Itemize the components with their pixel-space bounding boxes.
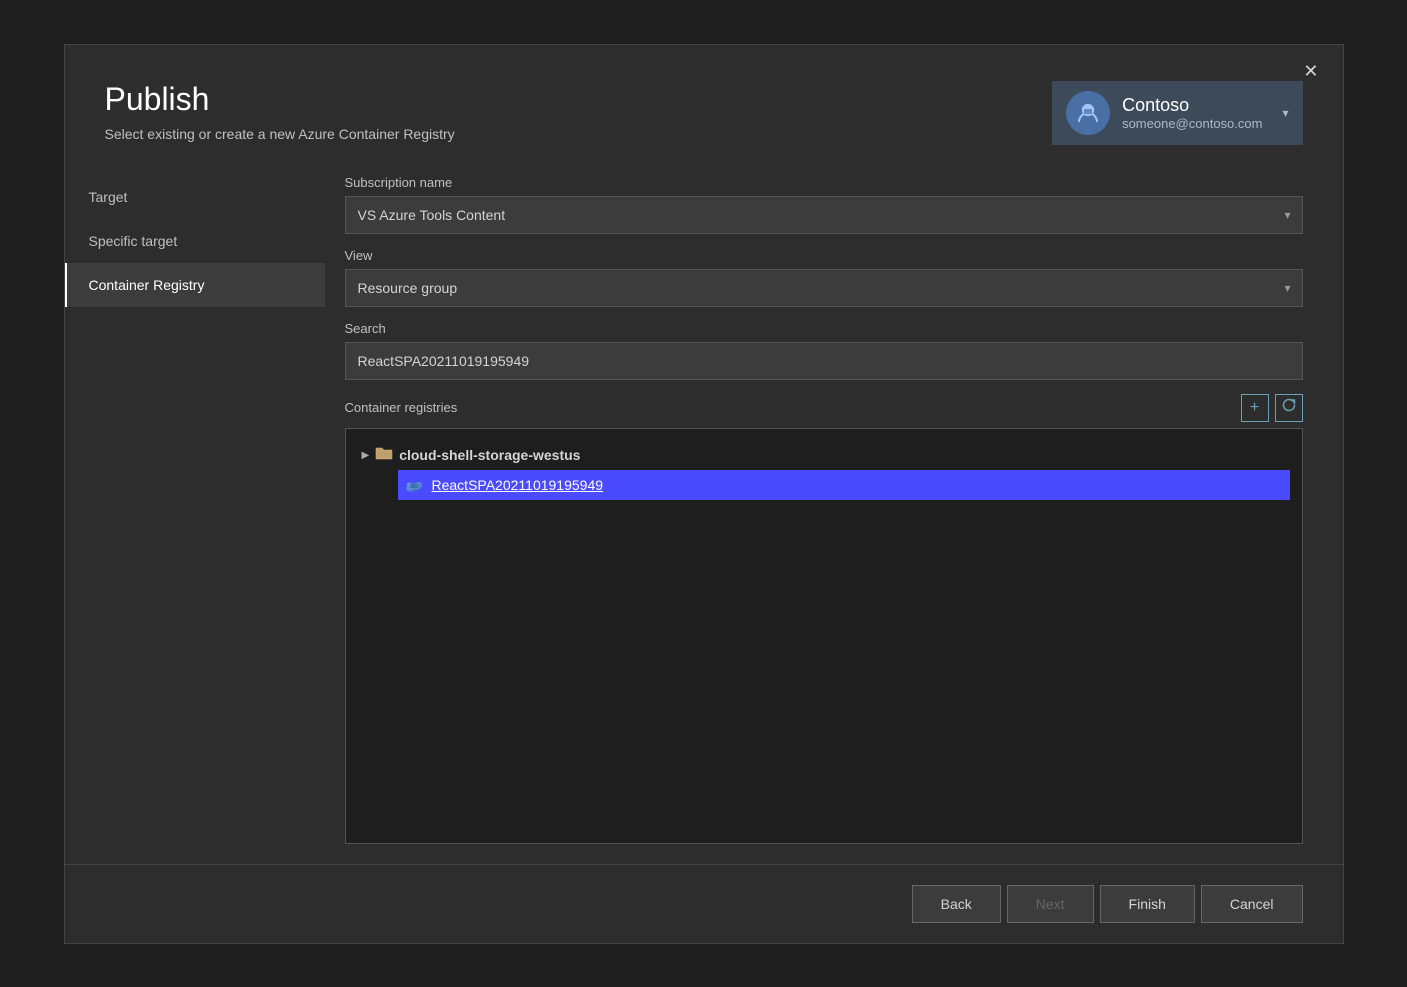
publish-dialog: ✕ Publish Select existing or create a ne…: [64, 44, 1344, 944]
back-button[interactable]: Back: [912, 885, 1001, 923]
subscription-select-wrapper: VS Azure Tools Content ▾: [345, 196, 1303, 234]
view-label: View: [345, 248, 1303, 263]
view-field-group: View Resource group ▾: [345, 248, 1303, 307]
sidebar-item-specific-target[interactable]: Specific target: [65, 219, 325, 263]
account-chevron-icon: ▾: [1282, 106, 1288, 120]
sidebar-item-target[interactable]: Target: [65, 175, 325, 219]
dialog-footer: Back Next Finish Cancel: [65, 864, 1343, 943]
sidebar: Target Specific target Container Registr…: [65, 165, 325, 864]
registries-label: Container registries: [345, 400, 458, 415]
account-email: someone@contoso.com: [1122, 116, 1262, 131]
account-icon: [1066, 91, 1110, 135]
subscription-field-group: Subscription name VS Azure Tools Content…: [345, 175, 1303, 234]
search-label: Search: [345, 321, 1303, 336]
tree-child-item[interactable]: ReactSPA20211019195949: [398, 470, 1290, 500]
account-info: Contoso someone@contoso.com: [1122, 95, 1262, 131]
tree-parent-item[interactable]: ▶ cloud-shell-storage-westus: [358, 441, 1290, 470]
account-name: Contoso: [1122, 95, 1262, 116]
cancel-button[interactable]: Cancel: [1201, 885, 1303, 923]
registry-item-label: ReactSPA20211019195949: [432, 477, 604, 493]
next-button[interactable]: Next: [1007, 885, 1094, 923]
dialog-title: Publish: [105, 81, 455, 118]
search-input[interactable]: [345, 342, 1303, 380]
subscription-select[interactable]: VS Azure Tools Content: [345, 196, 1303, 234]
finish-button[interactable]: Finish: [1100, 885, 1195, 923]
cloud-container-icon: [404, 475, 424, 495]
subscription-label: Subscription name: [345, 175, 1303, 190]
folder-icon: [375, 445, 393, 466]
view-select[interactable]: Resource group: [345, 269, 1303, 307]
tree-group: ▶ cloud-shell-storage-westus: [346, 437, 1302, 504]
dialog-header: Publish Select existing or create a new …: [65, 45, 1343, 165]
sidebar-item-container-registry[interactable]: Container Registry: [65, 263, 325, 307]
expand-chevron-icon: ▶: [362, 450, 370, 461]
title-section: Publish Select existing or create a new …: [105, 81, 455, 142]
registries-actions: +: [1241, 394, 1303, 422]
registries-header: Container registries +: [345, 394, 1303, 422]
tree-view: ▶ cloud-shell-storage-westus: [345, 428, 1303, 844]
form-area: Subscription name VS Azure Tools Content…: [325, 165, 1343, 864]
close-button[interactable]: ✕: [1295, 57, 1326, 86]
add-icon: +: [1250, 399, 1259, 417]
refresh-icon: [1281, 397, 1297, 418]
account-badge[interactable]: Contoso someone@contoso.com ▾: [1052, 81, 1302, 145]
search-field-group: Search: [345, 321, 1303, 380]
main-content: Target Specific target Container Registr…: [65, 165, 1343, 864]
view-select-wrapper: Resource group ▾: [345, 269, 1303, 307]
add-registry-button[interactable]: +: [1241, 394, 1269, 422]
refresh-registries-button[interactable]: [1275, 394, 1303, 422]
registries-section: Container registries +: [345, 394, 1303, 844]
dialog-subtitle: Select existing or create a new Azure Co…: [105, 126, 455, 142]
tree-parent-label: cloud-shell-storage-westus: [399, 447, 580, 463]
tree-children: ReactSPA20211019195949: [358, 470, 1290, 500]
